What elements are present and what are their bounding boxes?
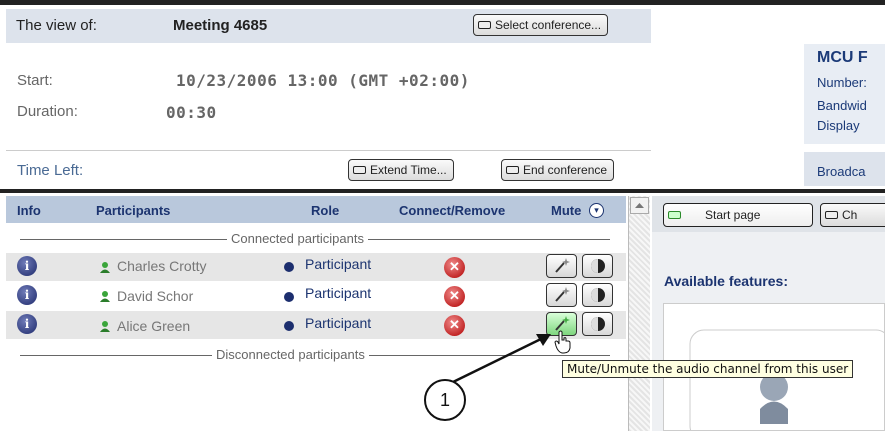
mute-tooltip: Mute/Unmute the audio channel from this … — [562, 360, 854, 378]
callout-number: 1 — [424, 379, 466, 421]
hand-cursor-icon — [554, 330, 571, 354]
